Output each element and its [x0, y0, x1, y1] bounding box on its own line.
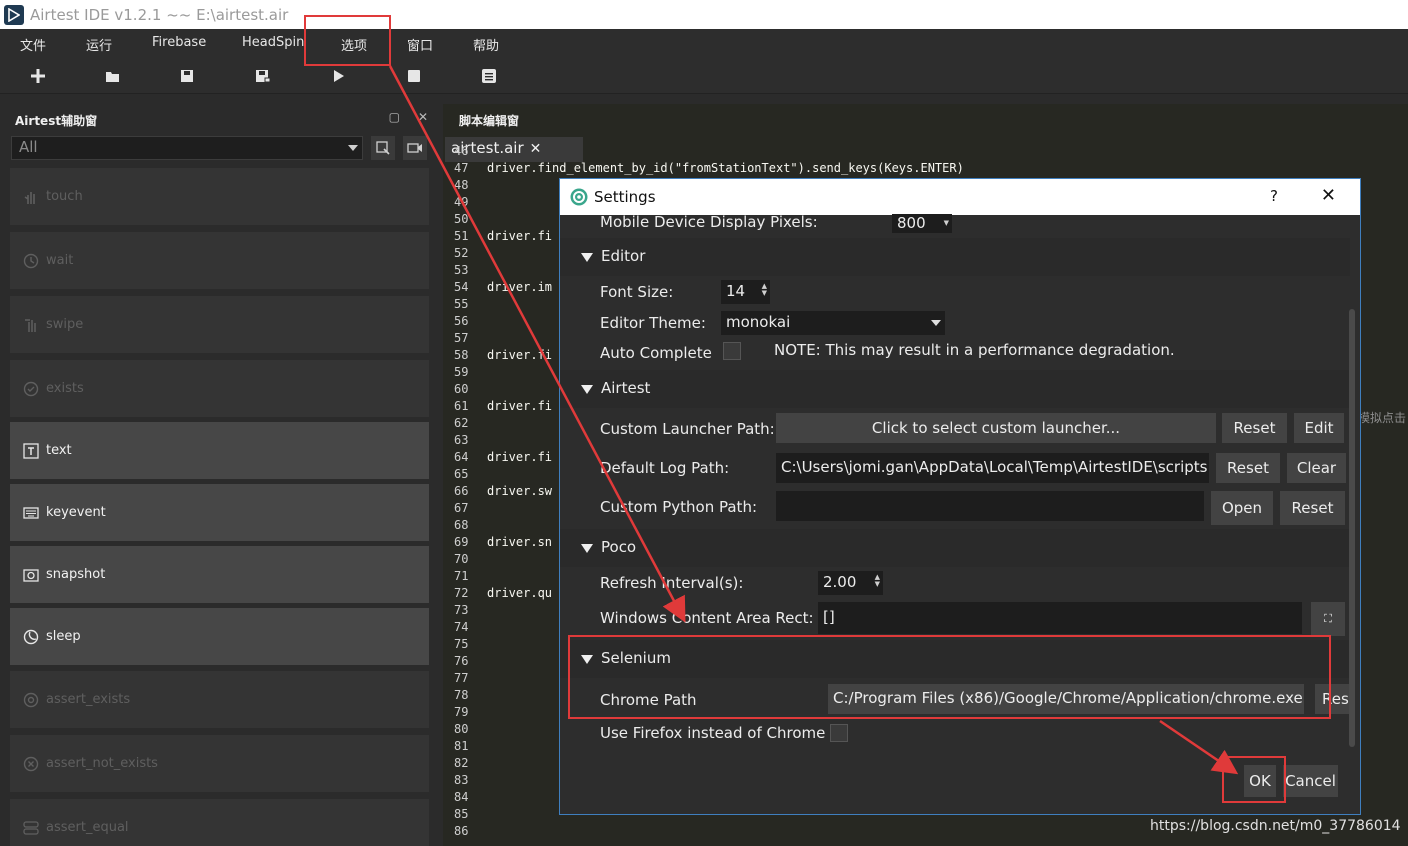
arrow-to-ok [1159, 719, 1239, 775]
arrow-to-selenium [388, 65, 686, 623]
annotation-arrows [388, 65, 1239, 775]
